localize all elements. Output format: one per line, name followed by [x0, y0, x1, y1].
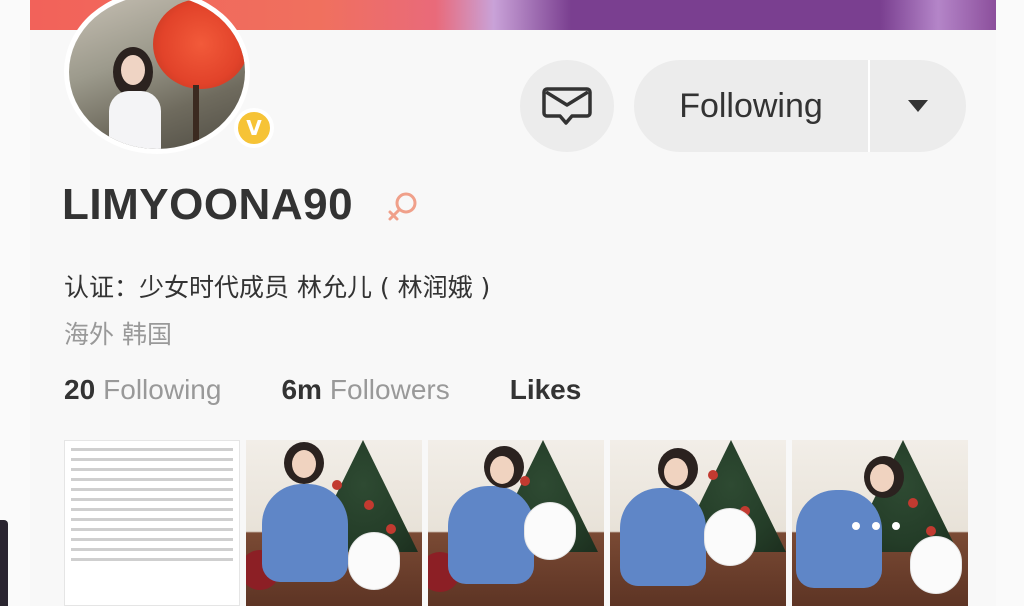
username: LIMYOONA90	[62, 180, 354, 229]
person	[448, 486, 534, 584]
ornament	[926, 526, 936, 536]
photo-thumbnail[interactable]	[428, 440, 604, 606]
photo-thumbnail[interactable]	[246, 440, 422, 606]
person	[796, 490, 882, 588]
person-face	[490, 456, 514, 484]
photo-thumbnail[interactable]	[610, 440, 786, 606]
likes-stat[interactable]: Likes	[510, 374, 582, 406]
profile-card: V Following LIMYOONA90 认证：少女时代成员 林允儿 ( 林…	[30, 0, 996, 606]
photo-thumbnail[interactable]	[64, 440, 240, 606]
location-text: 海外 韩国	[64, 320, 172, 349]
following-count: 20	[64, 374, 96, 405]
carousel-dots[interactable]	[852, 522, 900, 530]
dog	[704, 508, 756, 566]
ornament	[364, 500, 374, 510]
followers-stat-label: Followers	[329, 374, 450, 405]
likes-stat-label: Likes	[509, 374, 582, 405]
following-button-label: Following	[679, 86, 823, 125]
avatar[interactable]	[64, 0, 250, 154]
dog	[524, 502, 576, 560]
ornament	[386, 524, 396, 534]
following-button[interactable]: Following	[634, 60, 966, 152]
caret-down-icon	[908, 100, 928, 112]
carousel-dot	[852, 522, 860, 530]
person-face	[870, 464, 894, 492]
document-image	[65, 448, 239, 561]
photo-grid	[60, 440, 996, 606]
message-button[interactable]	[520, 60, 614, 152]
verification-text: 认证：少女时代成员 林允儿 ( 林润娥 )	[64, 273, 491, 302]
ornament	[908, 498, 918, 508]
person	[262, 484, 348, 582]
followers-stat[interactable]: 6m Followers	[281, 374, 449, 406]
avatar-photo	[69, 0, 245, 149]
female-gender-icon	[386, 190, 420, 229]
outer-margin-left	[0, 0, 30, 606]
following-stat[interactable]: 20 Following	[64, 374, 221, 406]
person-face	[664, 458, 688, 486]
verified-badge-icon: V	[234, 108, 274, 148]
dog	[348, 532, 400, 590]
carousel-dot	[892, 522, 900, 530]
carousel-dot	[872, 522, 880, 530]
following-stat-label: Following	[103, 374, 222, 405]
screen-edge	[0, 520, 8, 606]
person	[620, 488, 706, 586]
dog	[910, 536, 962, 594]
ornament	[708, 470, 718, 480]
profile-stats: 20 Following 6m Followers Likes	[64, 374, 641, 406]
photo-thumbnail[interactable]	[792, 440, 968, 606]
followers-count: 6m	[281, 374, 322, 405]
person-face	[292, 450, 316, 478]
ornament	[520, 476, 530, 486]
follow-options-dropdown[interactable]	[870, 99, 966, 113]
ornament	[332, 480, 342, 490]
outer-margin-right	[996, 0, 1024, 606]
envelope-speech-icon	[542, 87, 592, 125]
